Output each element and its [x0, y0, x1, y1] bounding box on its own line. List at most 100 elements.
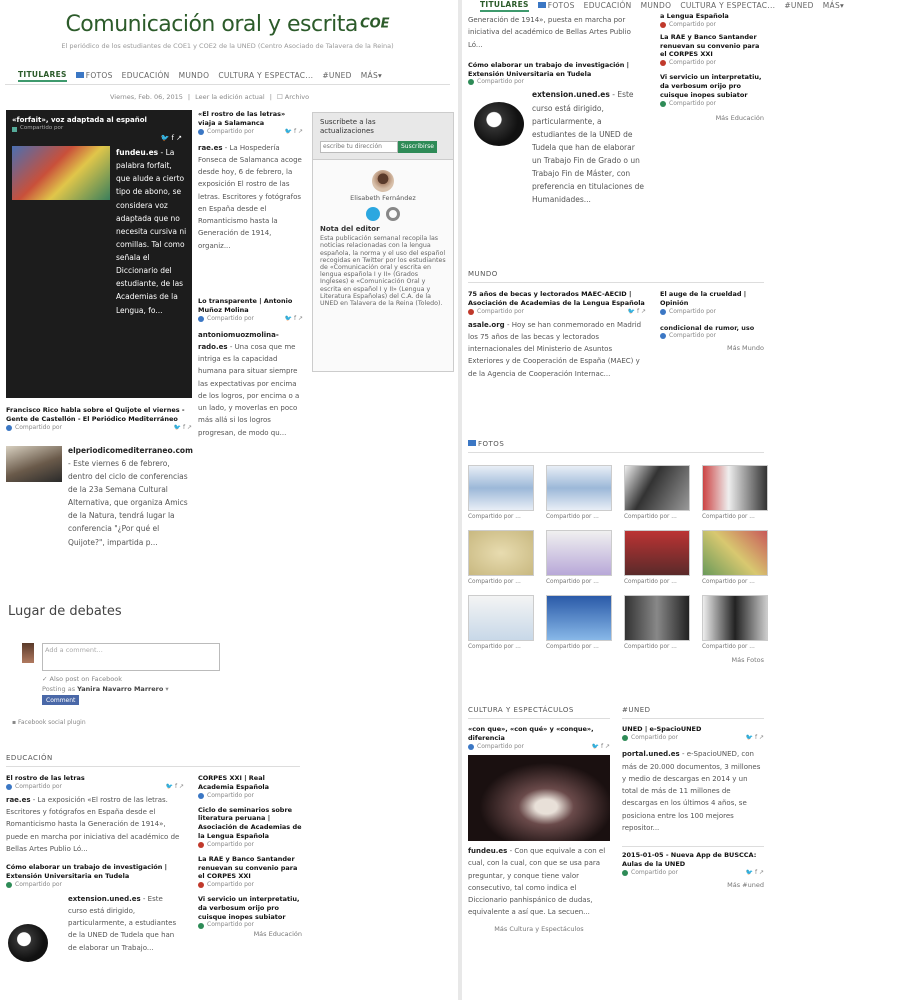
related-link[interactable]: Vi servicio un interpretatiu, da verbosu…	[198, 895, 302, 921]
article-source[interactable]: fundeu.es	[468, 847, 507, 855]
article-source[interactable]: asale.org	[468, 321, 505, 329]
photo-item[interactable]: Compartido por ...	[546, 465, 620, 522]
photo-item[interactable]: Compartido por ...	[702, 530, 776, 587]
archive-link[interactable]: ☐ Archivo	[277, 93, 309, 102]
tab-mundo[interactable]: MUNDO	[179, 71, 210, 81]
article-body: - La Hospedería Fonseca de Salamanca aco…	[198, 143, 302, 250]
subscribe-email-input[interactable]	[320, 140, 398, 153]
tab-mas[interactable]: MÁS▾	[823, 1, 844, 11]
tab-educacion[interactable]: EDUCACIÓN	[122, 71, 170, 81]
edition-date: Viernes, Feb. 06, 2015	[110, 93, 183, 101]
share-icons[interactable]: 🐦 f ↗	[174, 424, 192, 432]
article-headline[interactable]: Lo transparente | Antonio Muñoz Molina	[198, 297, 303, 315]
article-source[interactable]: elperiodicomediterraneo.com	[68, 446, 193, 455]
photo-item[interactable]: Compartido por ...	[702, 465, 776, 522]
right-nav: TITULARES FOTOS EDUCACIÓN MUNDO CULTURA …	[480, 0, 907, 13]
featured-card[interactable]: «forfait», voz adaptada al español Compa…	[6, 110, 192, 398]
fotos-heading[interactable]: FOTOS	[468, 440, 764, 454]
photo-item[interactable]: Compartido por ...	[468, 465, 542, 522]
photo-icon	[75, 72, 84, 78]
uned-heading[interactable]: #UNED	[622, 706, 764, 720]
photo-item[interactable]: Compartido por ...	[624, 530, 698, 587]
photo-item[interactable]: Compartido por ...	[546, 530, 620, 587]
article-body: - Hoy se han conmemorado en Madrid los 7…	[468, 320, 642, 378]
share-icons[interactable]: 🐦 f ↗	[285, 315, 303, 323]
tab-uned[interactable]: #UNED	[784, 1, 813, 11]
photo-item[interactable]: Compartido por ...	[468, 595, 542, 652]
related-link[interactable]: La RAE y Banco Santander renuevan su con…	[660, 33, 764, 59]
cultura-heading[interactable]: CULTURA Y ESPECTÁCULOS	[468, 706, 610, 720]
subscribe-label: Suscríbete a las actualizaciones	[320, 118, 376, 136]
more-cultura-link[interactable]: Más Cultura y Espectáculos	[468, 925, 610, 934]
article-headline[interactable]: «con que», «con qué» y «conque», diferen…	[468, 725, 610, 743]
article-source[interactable]: extension.uned.es	[68, 895, 141, 903]
tab-mas[interactable]: MÁS▾	[361, 71, 382, 81]
newspaper-subtitle: El periódico de los estudiantes de COE1 …	[61, 41, 394, 50]
tab-titulares[interactable]: TITULARES	[480, 0, 529, 13]
article-source[interactable]: portal.uned.es	[622, 750, 680, 758]
featured-headline[interactable]: «forfait», voz adaptada al español	[12, 116, 186, 125]
article-source[interactable]: rae.es	[198, 144, 223, 152]
newspaper-title[interactable]: Comunicación oral y escrita	[65, 12, 358, 37]
tab-cultura[interactable]: CULTURA Y ESPECTAC...	[218, 71, 313, 81]
shared-by: Compartido por 🐦 f ↗	[6, 424, 192, 432]
tab-educacion[interactable]: EDUCACIÓN	[584, 1, 632, 11]
also-post-checkbox[interactable]: ✓ Also post on Facebook	[42, 675, 122, 684]
related-link[interactable]: El auge de la crueldad | Opinión	[660, 290, 764, 308]
chevron-down-icon: ▾	[378, 71, 383, 80]
related-link[interactable]: CORPES XXI | Real Academia Española	[198, 774, 302, 792]
mundo-section: MUNDO 75 años de becas y lectorados MAEC…	[468, 270, 764, 378]
more-education-link[interactable]: Más Educación	[660, 114, 764, 123]
article-headline[interactable]: UNED | e-SpacioUNED	[622, 725, 764, 734]
editor-avatar[interactable]	[372, 169, 394, 192]
tab-cultura[interactable]: CULTURA Y ESPECTAC...	[680, 1, 775, 11]
photo-item[interactable]: Compartido por ...	[624, 595, 698, 652]
education-heading[interactable]: EDUCACIÓN	[6, 754, 300, 768]
article-source[interactable]: condicional de rumor, uso	[660, 324, 764, 333]
photo-item[interactable]: Compartido por ...	[702, 595, 776, 652]
more-education-link[interactable]: Más Educación	[198, 930, 302, 939]
share-icons[interactable]: 🐦 f ↗	[161, 134, 183, 143]
tab-uned[interactable]: #UNED	[322, 71, 351, 81]
article-headline[interactable]: 2015-01-05 - Nueva App de BUSCCA: Aulas …	[622, 846, 764, 869]
tab-fotos[interactable]: FOTOS	[75, 71, 113, 81]
related-link[interactable]: a Lengua Española	[660, 12, 764, 21]
comment-button[interactable]: Comment	[42, 695, 80, 705]
article-body: - Una cosa que me intriga es la capacida…	[198, 342, 300, 437]
article-headline[interactable]: El rostro de las letras	[6, 774, 184, 783]
related-link[interactable]: Vi servicio un interpretatiu, da verbosu…	[660, 73, 764, 99]
photo-item[interactable]: Compartido por ...	[624, 465, 698, 522]
more-mundo-link[interactable]: Más Mundo	[660, 344, 764, 353]
subscribe-button[interactable]: Suscribirse	[398, 140, 437, 153]
mundo-heading[interactable]: MUNDO	[468, 270, 764, 284]
photo-grid: Compartido por ... Compartido por ... Co…	[468, 465, 768, 652]
editor-name[interactable]: Elisabeth Fernández	[313, 194, 453, 203]
photo-item[interactable]: Compartido por ...	[546, 595, 620, 652]
read-current-link[interactable]: Leer la edición actual	[195, 93, 265, 102]
photo-item[interactable]: Compartido por ...	[468, 530, 542, 587]
page-divider	[458, 0, 462, 1000]
featured-source[interactable]: fundeu.es	[116, 148, 158, 157]
article-source[interactable]: rae.es	[6, 796, 31, 804]
article-headline[interactable]: 75 años de becas y lectorados MAEC-AECID…	[468, 290, 646, 308]
related-link[interactable]: La RAE y Banco Santander renuevan su con…	[198, 855, 302, 881]
more-fotos-link[interactable]: Más Fotos	[468, 656, 764, 665]
profile-icon[interactable]	[386, 206, 400, 221]
tab-titulares[interactable]: TITULARES	[18, 70, 67, 83]
tab-fotos[interactable]: FOTOS	[537, 1, 575, 11]
more-uned-link[interactable]: Más #uned	[622, 881, 764, 890]
article-body: - Este viernes 6 de febrero, dentro del …	[68, 458, 188, 547]
article-headline[interactable]: Francisco Rico habla sobre el Quijote el…	[6, 406, 192, 424]
article-source[interactable]: extension.uned.es	[532, 90, 610, 99]
twitter-icon[interactable]	[366, 206, 380, 221]
left-nav: TITULARES FOTOS EDUCACIÓN MUNDO CULTURA …	[18, 70, 438, 83]
article-headline[interactable]: Cómo elaborar un trabajo de investigació…	[468, 61, 644, 79]
comment-input[interactable]: Add a comment...	[42, 643, 220, 671]
related-link[interactable]: Ciclo de seminarios sobre literatura per…	[198, 806, 302, 841]
article-body: - Este curso está dirigido, particularme…	[68, 894, 177, 952]
tab-mundo[interactable]: MUNDO	[641, 1, 672, 11]
share-icons[interactable]: 🐦 f ↗	[285, 128, 303, 136]
article-headline[interactable]: «El rostro de las letras» viaja a Salama…	[198, 110, 303, 128]
mid-article-2: Lo transparente | Antonio Muñoz Molina C…	[198, 297, 303, 439]
article-headline[interactable]: Cómo elaborar un trabajo de investigació…	[6, 863, 184, 881]
